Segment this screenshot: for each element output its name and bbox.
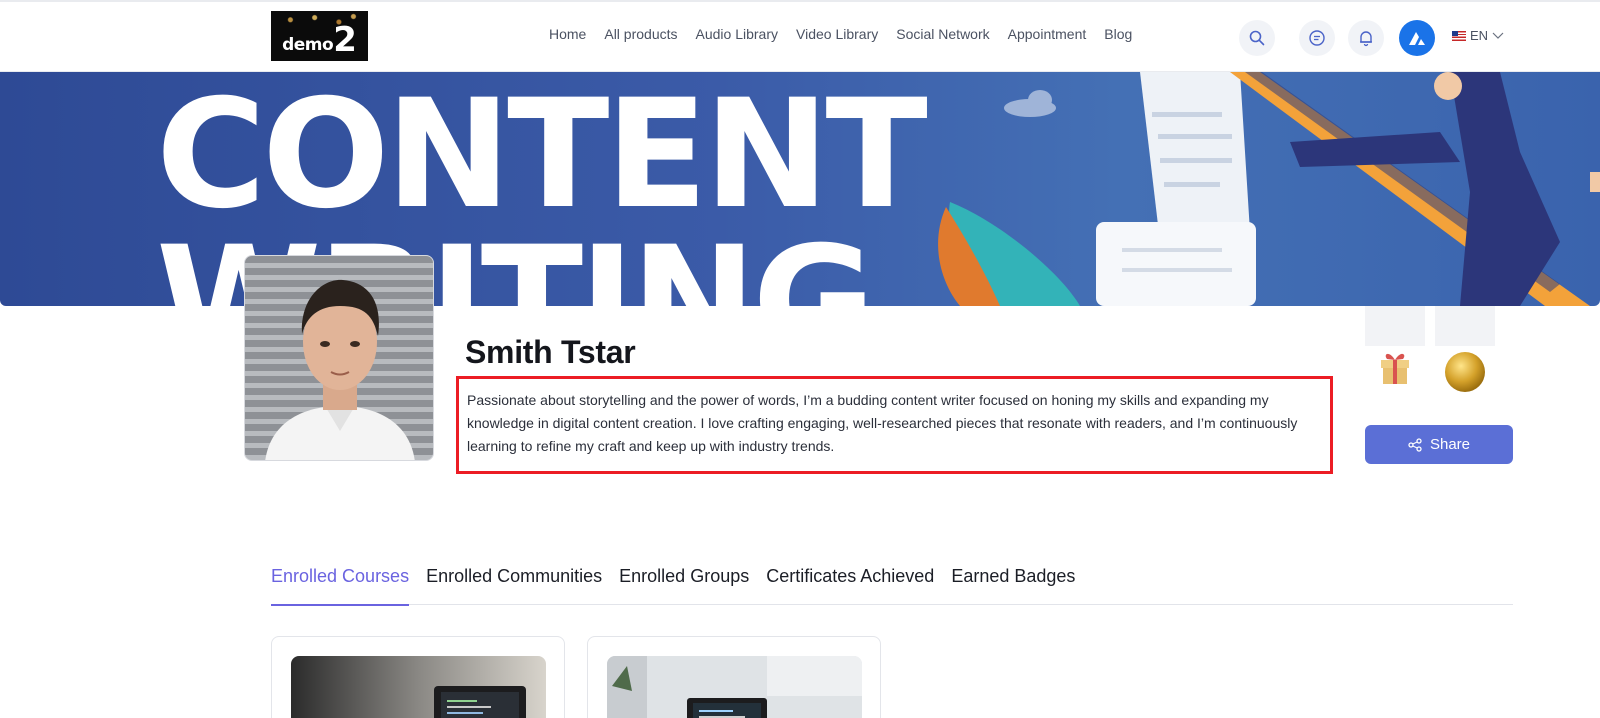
chat-icon	[1309, 30, 1325, 46]
nav-audio-library[interactable]: Audio Library	[696, 26, 779, 42]
us-flag-icon	[1452, 30, 1466, 41]
badge-tile-gold-coin[interactable]	[1435, 306, 1495, 394]
gift-badge-icon	[1381, 353, 1409, 384]
language-selector[interactable]: EN	[1452, 28, 1504, 43]
profile-cover-banner: CONTENT WRITING	[0, 72, 1600, 306]
tab-earned-badges[interactable]: Earned Badges	[951, 564, 1075, 605]
language-code: EN	[1470, 28, 1489, 43]
notifications-button[interactable]	[1348, 20, 1384, 56]
desk-laptop-photo-image	[607, 656, 862, 718]
banner-illustration	[938, 72, 1600, 306]
profile-portrait	[265, 279, 415, 460]
user-avatar[interactable]	[1399, 20, 1435, 56]
search-button[interactable]	[1239, 20, 1275, 56]
user-avatar-icon	[1409, 32, 1425, 45]
nav-social-network[interactable]: Social Network	[896, 26, 989, 42]
badge-tile-gift[interactable]	[1365, 306, 1425, 394]
nav-appointment[interactable]: Appointment	[1008, 26, 1087, 42]
site-logo[interactable]: demo 2	[271, 11, 368, 61]
tab-certificates-achieved[interactable]: Certificates Achieved	[766, 564, 934, 605]
profile-page: demo 2 Home All products Audio Library V…	[0, 0, 1600, 718]
profile-bio: Passionate about storytelling and the po…	[467, 392, 1298, 454]
profile-tabs: Enrolled Courses Enrolled Communities En…	[271, 564, 1513, 606]
share-icon	[1408, 437, 1422, 452]
nav-home[interactable]: Home	[549, 26, 586, 42]
main-nav: Home All products Audio Library Video Li…	[549, 26, 1132, 42]
tab-enrolled-groups[interactable]: Enrolled Groups	[619, 564, 749, 605]
nav-blog[interactable]: Blog	[1104, 26, 1132, 42]
messages-button[interactable]	[1299, 20, 1335, 56]
search-icon	[1249, 30, 1265, 46]
gold-coin-badge-icon	[1445, 352, 1485, 392]
course-thumbnail	[607, 656, 862, 718]
laptop-photo-image	[291, 656, 546, 718]
logo-number: 2	[333, 20, 357, 60]
profile-name: Smith Tstar	[465, 334, 636, 370]
course-thumbnail	[291, 656, 546, 718]
tab-enrolled-courses[interactable]: Enrolled Courses	[271, 564, 410, 606]
nav-all-products[interactable]: All products	[604, 26, 677, 42]
logo-word: demo	[282, 35, 334, 55]
top-navigation-bar: demo 2 Home All products Audio Library V…	[0, 0, 1600, 72]
share-button-label: Share	[1429, 436, 1471, 453]
chevron-down-icon	[1492, 32, 1504, 39]
bell-icon	[1360, 31, 1372, 47]
course-card[interactable]	[587, 636, 881, 718]
badge-tile-placeholder	[1435, 306, 1495, 346]
share-button[interactable]: Share	[1365, 425, 1513, 464]
profile-photo	[244, 255, 434, 461]
tab-enrolled-communities[interactable]: Enrolled Communities	[426, 564, 602, 605]
course-card[interactable]	[271, 636, 565, 718]
badge-tile-placeholder	[1365, 306, 1425, 346]
nav-video-library[interactable]: Video Library	[796, 26, 878, 42]
profile-bio-highlight: Passionate about storytelling and the po…	[456, 376, 1333, 474]
